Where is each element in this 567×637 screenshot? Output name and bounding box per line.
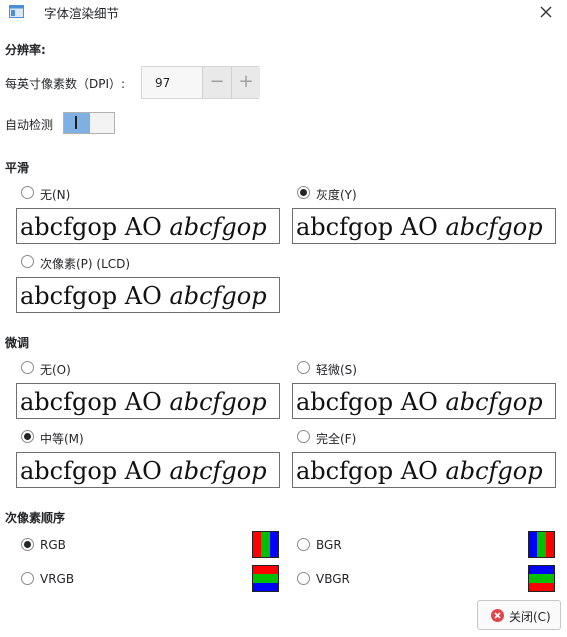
preview-hinting-full: abcfgop AO abcfgop bbox=[292, 452, 556, 488]
preview-italic: abcfgop bbox=[169, 388, 267, 416]
dpi-label: 每英寸像素数（DPI）: bbox=[5, 77, 126, 91]
preview-regular: abcfgop AO bbox=[20, 282, 170, 310]
dpi-spinbox: − + bbox=[141, 66, 260, 99]
subpixel-stripe bbox=[529, 532, 538, 557]
subpixel-stripe bbox=[529, 566, 554, 575]
window-title: 字体渲染细节 bbox=[44, 6, 120, 21]
dpi-decrement-button[interactable]: − bbox=[202, 67, 231, 98]
radio-hinting-none[interactable] bbox=[21, 361, 34, 374]
subpixel-swatch-vrgb bbox=[252, 565, 279, 592]
antialiasing-heading: 平滑 bbox=[5, 161, 30, 175]
option-label-antialias-grayscale[interactable]: 灰度(Y) bbox=[316, 186, 357, 203]
subpixel-stripe bbox=[545, 532, 554, 557]
subpixel-stripe bbox=[253, 532, 262, 557]
subpixel-stripe bbox=[529, 582, 554, 591]
preview-italic: abcfgop bbox=[445, 457, 543, 485]
radio-hinting-slight[interactable] bbox=[297, 361, 310, 374]
preview-hinting-none: abcfgop AO abcfgop bbox=[16, 383, 280, 419]
subpixel-stripe bbox=[253, 574, 278, 583]
option-label-hinting-full[interactable]: 完全(F) bbox=[316, 430, 356, 447]
cancel-icon bbox=[491, 609, 504, 622]
close-icon[interactable] bbox=[536, 2, 556, 22]
preview-italic: abcfgop bbox=[169, 213, 267, 241]
radio-subpixel-vrgb[interactable] bbox=[21, 572, 34, 585]
radio-antialias-none[interactable] bbox=[21, 186, 34, 199]
radio-subpixel-rgb[interactable] bbox=[21, 538, 34, 551]
dpi-increment-button[interactable]: + bbox=[231, 67, 260, 98]
hinting-heading: 微调 bbox=[5, 336, 30, 350]
preview-regular: abcfgop AO bbox=[296, 457, 446, 485]
subpixel-stripe bbox=[537, 532, 546, 557]
subpixel-swatch-bgr bbox=[528, 531, 555, 558]
subpixel-stripe bbox=[529, 574, 554, 583]
radio-antialias-grayscale[interactable] bbox=[297, 186, 310, 199]
close-button[interactable]: 关闭(C) bbox=[477, 600, 561, 630]
subpixel-swatch-rgb bbox=[252, 531, 279, 558]
option-label-antialias-none[interactable]: 无(N) bbox=[40, 186, 70, 203]
subpixel-swatch-vbgr bbox=[528, 565, 555, 592]
preview-regular: abcfgop AO bbox=[296, 388, 446, 416]
radio-subpixel-vbgr[interactable] bbox=[297, 572, 310, 585]
option-label-hinting-medium[interactable]: 中等(M) bbox=[40, 430, 84, 447]
option-label-subpixel-bgr[interactable]: BGR bbox=[316, 538, 342, 552]
preview-antialias-none: abcfgop AO abcfgop bbox=[16, 208, 280, 244]
subpixel-stripe bbox=[253, 566, 278, 575]
preview-antialias-subpixel: abcfgop AO abcfgop bbox=[16, 277, 280, 313]
resolution-heading: 分辨率: bbox=[5, 43, 46, 57]
option-label-subpixel-vbgr[interactable]: VBGR bbox=[316, 572, 350, 586]
option-label-subpixel-vrgb[interactable]: VRGB bbox=[40, 572, 74, 586]
preview-antialias-grayscale: abcfgop AO abcfgop bbox=[292, 208, 556, 244]
option-label-hinting-slight[interactable]: 轻微(S) bbox=[316, 361, 357, 378]
preview-hinting-medium: abcfgop AO abcfgop bbox=[16, 452, 280, 488]
auto-detect-label: 自动检测 bbox=[5, 118, 54, 132]
preview-italic: abcfgop bbox=[169, 457, 267, 485]
toggle-knob bbox=[64, 113, 90, 133]
preview-italic: abcfgop bbox=[445, 388, 543, 416]
option-label-subpixel-rgb[interactable]: RGB bbox=[40, 538, 66, 552]
option-label-hinting-none[interactable]: 无(O) bbox=[40, 361, 71, 378]
subpixel-stripe bbox=[253, 582, 278, 591]
toggle-on-indicator bbox=[75, 116, 77, 129]
dpi-input[interactable] bbox=[142, 67, 202, 98]
preview-regular: abcfgop AO bbox=[20, 213, 170, 241]
radio-hinting-medium[interactable] bbox=[21, 430, 34, 443]
radio-antialias-subpixel[interactable] bbox=[21, 255, 34, 268]
preview-hinting-slight: abcfgop AO abcfgop bbox=[292, 383, 556, 419]
preview-italic: abcfgop bbox=[445, 213, 543, 241]
preview-italic: abcfgop bbox=[169, 282, 267, 310]
subpixel-order-heading: 次像素顺序 bbox=[5, 511, 66, 525]
close-button-label: 关闭(C) bbox=[509, 610, 551, 624]
radio-subpixel-bgr[interactable] bbox=[297, 538, 310, 551]
preview-regular: abcfgop AO bbox=[20, 457, 170, 485]
subpixel-stripe bbox=[261, 532, 270, 557]
preview-regular: abcfgop AO bbox=[20, 388, 170, 416]
auto-detect-toggle[interactable] bbox=[63, 112, 115, 134]
radio-hinting-full[interactable] bbox=[297, 430, 310, 443]
option-label-antialias-subpixel[interactable]: 次像素(P) (LCD) bbox=[40, 255, 130, 272]
preview-regular: abcfgop AO bbox=[296, 213, 446, 241]
app-icon bbox=[9, 5, 24, 18]
subpixel-stripe bbox=[269, 532, 278, 557]
